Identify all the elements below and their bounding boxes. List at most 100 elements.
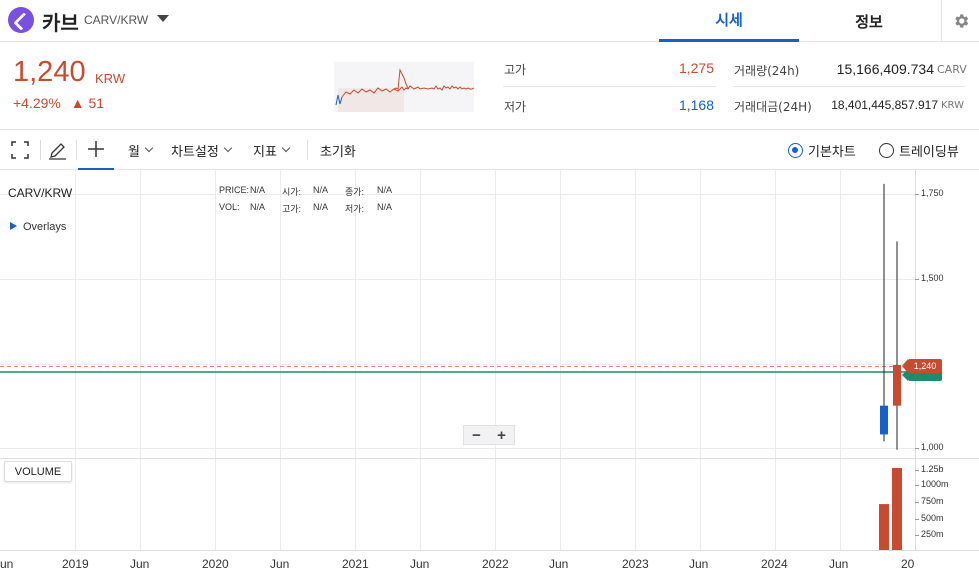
chart-type-tradingview[interactable]: 트레이딩뷰	[879, 130, 959, 170]
chart-settings-label: 차트설정	[171, 144, 219, 160]
x-tick-label: un	[0, 557, 14, 571]
x-tick-label: Jun	[549, 557, 569, 571]
coin-name: 카브	[42, 11, 79, 35]
row-divider	[503, 86, 716, 87]
overlays-toggle[interactable]: Overlays	[10, 221, 66, 233]
top-header: 카브 CARV/KRW 시세 정보	[0, 0, 979, 42]
y-tick-label: 1,000	[921, 442, 944, 452]
volume-bar	[879, 504, 889, 550]
candle-body	[880, 405, 888, 435]
crosshair-icon[interactable]	[78, 130, 114, 170]
volume-label: 거래량(24h)	[734, 64, 800, 78]
expand-triangle-icon	[10, 222, 17, 230]
x-tick-label: 2020	[202, 557, 229, 571]
coin-logo-icon	[8, 7, 34, 33]
mini-sparkline-chart	[334, 62, 475, 112]
volume-tick-label: 250m	[921, 529, 944, 539]
period-select[interactable]: 월	[128, 130, 154, 170]
radio-selected-icon	[788, 142, 803, 158]
coin-dropdown-caret-icon[interactable]	[157, 15, 169, 22]
zoom-in-button[interactable]: +	[489, 426, 514, 444]
x-tick-label: Jun	[689, 557, 709, 571]
ohlc-price-label: PRICE:	[219, 185, 250, 195]
zoom-controls: − +	[463, 425, 515, 445]
x-tick-label: 2019	[62, 557, 89, 571]
x-tick-label: Jun	[829, 557, 849, 571]
price-change: +4.29% ▲ 51	[13, 95, 104, 111]
toolbar-divider	[40, 140, 41, 160]
chevron-down-icon	[223, 143, 233, 153]
tab-info[interactable]: 정보	[799, 0, 939, 42]
indicators-menu[interactable]: 지표	[253, 130, 291, 170]
chart-settings-menu[interactable]: 차트설정	[171, 130, 233, 170]
overlays-label: Overlays	[23, 221, 67, 233]
zoom-out-button[interactable]: −	[464, 426, 489, 444]
candle-body	[893, 365, 901, 406]
change-amount: 51	[88, 95, 105, 111]
ohlc-close-value: N/A	[377, 185, 393, 195]
volume-bar	[892, 468, 902, 550]
radio-unselected-icon	[879, 142, 894, 158]
volume-tick-label: 1.25b	[921, 464, 944, 474]
ohlc-vol-value: N/A	[250, 202, 266, 212]
volume-button[interactable]: VOLUME	[4, 461, 72, 482]
x-tick-label: 2023	[622, 557, 649, 571]
price-summary: 1,240 KRW +4.29% ▲ 51 고가 1,275 저가 1,168 …	[0, 42, 979, 130]
x-tick-label: Jun	[270, 557, 290, 571]
x-tick-label: Jun	[410, 557, 430, 571]
reset-button[interactable]: 초기화	[320, 130, 356, 170]
ohlc-price-value: N/A	[250, 185, 266, 195]
x-tick-label: 20	[901, 557, 915, 571]
y-tick-label: 1,750	[921, 188, 944, 198]
price-unit: KRW	[95, 71, 126, 86]
y-tick-label: 1,500	[921, 273, 944, 283]
high-label: 고가	[504, 63, 527, 77]
ohlc-low-label: 저가:	[345, 204, 365, 214]
low-value: 1,168	[678, 97, 714, 113]
chart-toolbar: 월 차트설정 지표 초기화 기본차트 트레이딩뷰	[0, 130, 979, 170]
high-value: 1,275	[678, 60, 714, 76]
draw-pencil-icon[interactable]	[48, 130, 68, 170]
volume-unit: CARV	[937, 63, 967, 76]
chart-symbol: CARV/KRW	[8, 186, 73, 200]
settings-gear-icon[interactable]	[941, 0, 979, 42]
change-percent: +4.29%	[13, 95, 61, 111]
ohlc-low-value: N/A	[377, 202, 393, 212]
x-tick-label: 2022	[482, 557, 509, 571]
up-arrow-icon: ▲	[70, 95, 85, 111]
volume-tick-label: 500m	[921, 513, 944, 523]
row-divider	[733, 86, 965, 87]
price-chart[interactable]	[0, 170, 979, 583]
ohlc-high-value: N/A	[313, 202, 329, 212]
chart-type-basic-label: 기본차트	[808, 144, 856, 160]
grid-lines	[0, 170, 915, 550]
x-tick-label: 2021	[342, 557, 369, 571]
volume-tick-label: 1000m	[921, 479, 949, 489]
chevron-down-icon	[144, 143, 154, 153]
volume-value: 15,166,409.734	[836, 61, 934, 77]
ohlc-open-label: 시가:	[282, 187, 302, 197]
amount-unit: KRW	[941, 100, 964, 111]
candle-group	[880, 183, 901, 450]
x-tick-label: 2024	[761, 557, 788, 571]
amount-value: 18,401,445,857.917	[831, 98, 938, 112]
period-label: 월	[128, 144, 140, 160]
current-price-tag: 1,240	[902, 359, 942, 373]
chart-type-basic[interactable]: 기본차트	[788, 130, 856, 170]
chevron-down-icon	[281, 143, 291, 153]
fullscreen-icon[interactable]	[11, 130, 31, 170]
toolbar-divider	[76, 140, 77, 160]
volume-tick-label: 750m	[921, 496, 944, 506]
low-label: 저가	[504, 100, 527, 114]
indicators-label: 지표	[253, 144, 277, 160]
x-tick-label: Jun	[130, 557, 150, 571]
coin-pair: CARV/KRW	[84, 13, 149, 27]
amount-label: 거래대금(24H)	[734, 100, 812, 114]
current-price: 1,240	[13, 56, 86, 88]
ohlc-close-label: 종가:	[345, 187, 365, 197]
ohlc-vol-label: VOL:	[219, 202, 240, 212]
ohlc-high-label: 고가:	[282, 204, 302, 214]
tab-price[interactable]: 시세	[659, 0, 799, 42]
volume-group	[879, 468, 902, 550]
ohlc-open-value: N/A	[313, 185, 329, 195]
